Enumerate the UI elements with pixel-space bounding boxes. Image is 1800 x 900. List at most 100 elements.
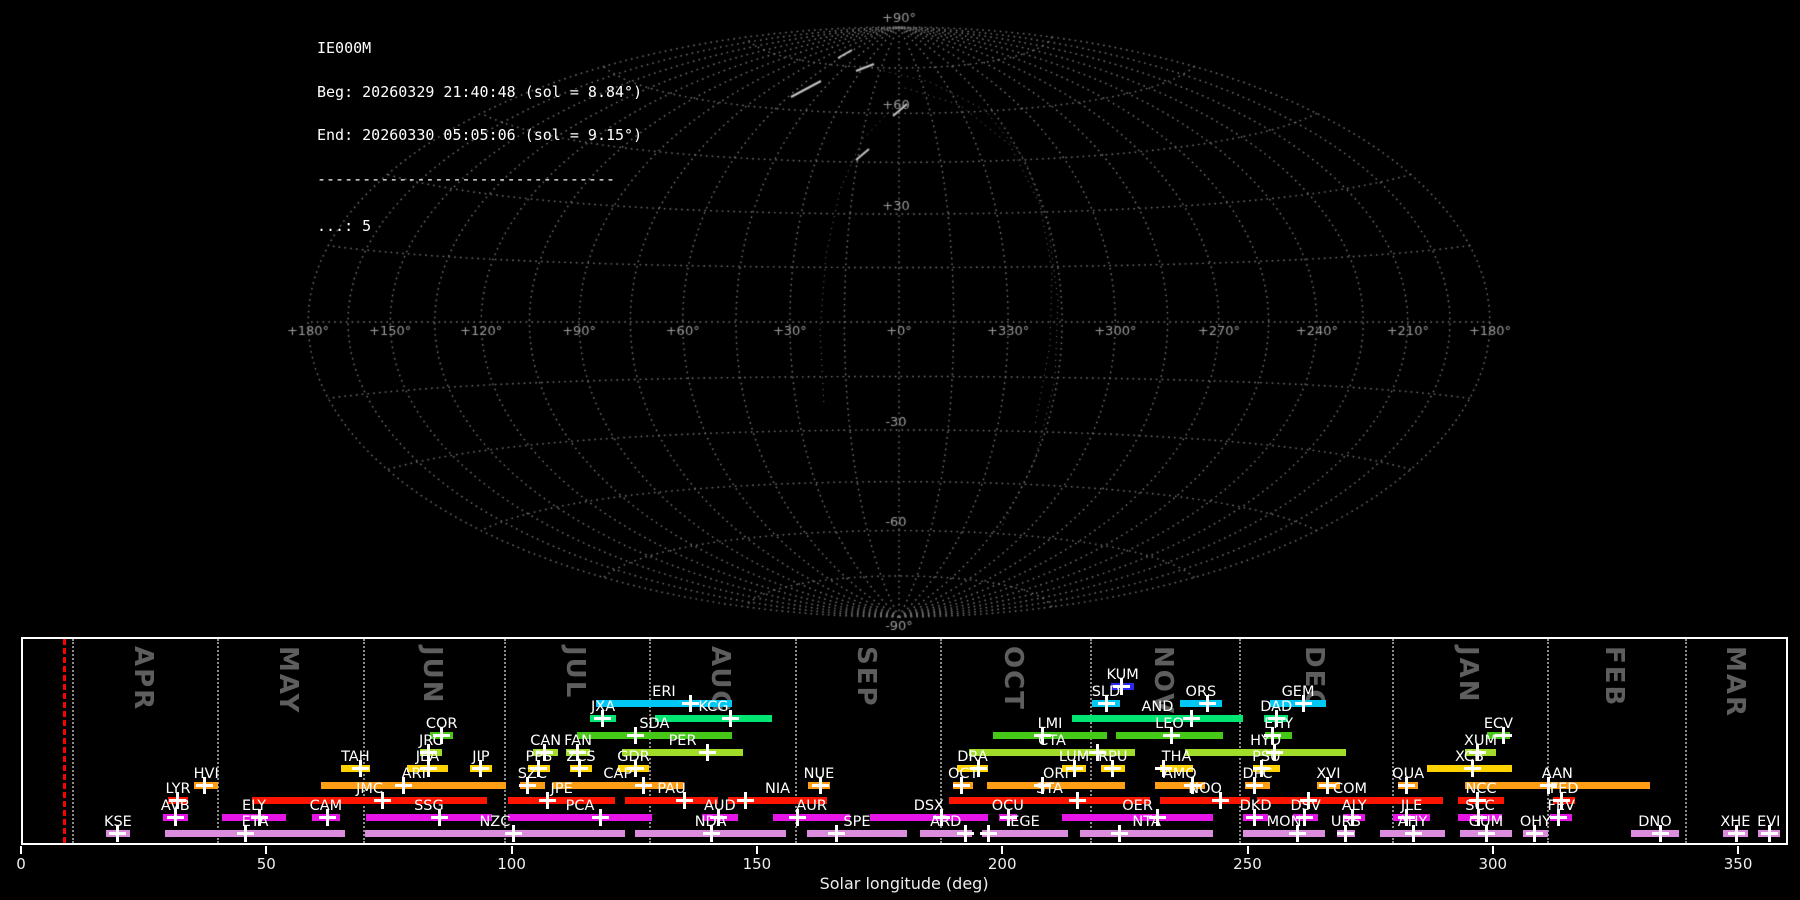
separator-line: --------------------------------- bbox=[317, 172, 642, 187]
shower-code-label: AND bbox=[1115, 699, 1199, 715]
shower-code-label: SDA bbox=[612, 716, 696, 732]
shower-code-label: XVI bbox=[1286, 766, 1370, 782]
shower-code-label: AAN bbox=[1515, 766, 1599, 782]
shower-code-label: LYR bbox=[136, 781, 220, 797]
shower-code-label: AUD bbox=[678, 798, 762, 814]
shower-code-label: SSG bbox=[387, 798, 471, 814]
shower-code-label: LMI bbox=[1008, 716, 1092, 732]
shower-code-label: THA bbox=[1135, 749, 1219, 765]
shower-code-label: PER bbox=[641, 733, 725, 749]
info-block: IE000M Beg: 20260329 21:40:48 (sol = 8.8… bbox=[317, 12, 642, 263]
shower-code-label: XCB bbox=[1427, 749, 1511, 765]
axis-tick bbox=[756, 846, 758, 854]
month-label: MAY bbox=[273, 646, 303, 714]
shower-code-label: SCC bbox=[1438, 798, 1522, 814]
shower-code-label: FAN bbox=[536, 733, 620, 749]
shower-code-label: NZC bbox=[453, 814, 537, 830]
shower-code-label: JPE bbox=[520, 781, 604, 797]
shower-code-label: NOO bbox=[1163, 781, 1247, 797]
x-axis-title: Solar longitude (deg) bbox=[754, 874, 1054, 893]
shower-bar bbox=[1243, 830, 1325, 837]
shower-bar bbox=[807, 830, 907, 837]
shower-code-label: GEM bbox=[1256, 684, 1340, 700]
shower-bar bbox=[365, 830, 625, 837]
shower-code-label: LEO bbox=[1127, 716, 1211, 732]
axis-tick-label: 200 bbox=[972, 855, 1032, 873]
shower-code-label: JMC bbox=[328, 781, 412, 797]
shower-code-label: SPE bbox=[815, 814, 899, 830]
shower-code-label: ARD bbox=[904, 814, 988, 830]
shower-code-label: AHY bbox=[1371, 814, 1455, 830]
axis-tick bbox=[1247, 846, 1249, 854]
shower-code-label: ERI bbox=[622, 684, 706, 700]
month-label: JUL bbox=[560, 646, 590, 699]
meteor-count: ...: 5 bbox=[317, 219, 642, 234]
shower-code-label: OHY bbox=[1493, 814, 1577, 830]
shower-code-label: COR bbox=[400, 716, 484, 732]
shower-code-label: FEV bbox=[1519, 798, 1603, 814]
shower-code-label: ORS bbox=[1159, 684, 1243, 700]
axis-tick-label: 0 bbox=[0, 855, 51, 873]
shower-code-label: SLD bbox=[1064, 684, 1148, 700]
shower-code-label: OCT bbox=[921, 766, 1005, 782]
shower-code-label: ORI bbox=[1014, 766, 1098, 782]
axis-tick-label: 350 bbox=[1708, 855, 1768, 873]
shower-code-label: DSX bbox=[887, 798, 971, 814]
shower-code-label: CAP bbox=[576, 766, 660, 782]
shower-bar bbox=[165, 830, 345, 837]
shower-code-label: AUR bbox=[770, 798, 854, 814]
shower-code-label: ETA bbox=[213, 814, 297, 830]
shower-code-label: PAU bbox=[630, 781, 714, 797]
shower-code-label: PCA bbox=[538, 798, 622, 814]
axis-tick bbox=[20, 846, 22, 854]
begin-time: Beg: 20260329 21:40:48 (sol = 8.84°) bbox=[317, 85, 642, 100]
shower-code-label: CTA bbox=[1010, 733, 1094, 749]
shower-code-label: JRC bbox=[389, 733, 473, 749]
shower-code-label: GDR bbox=[592, 749, 676, 765]
shower-bar bbox=[1080, 830, 1213, 837]
month-label: APR bbox=[128, 646, 158, 711]
app-window: IE000M Beg: 20260329 21:40:48 (sol = 8.8… bbox=[0, 0, 1800, 900]
axis-tick bbox=[511, 846, 513, 854]
shower-code-label: EGE bbox=[983, 814, 1067, 830]
shower-code-label: OCU bbox=[966, 798, 1050, 814]
shower-code-label: PSU bbox=[1224, 749, 1308, 765]
shower-code-label: ECV bbox=[1456, 716, 1540, 732]
axis-tick-label: 250 bbox=[1218, 855, 1278, 873]
shower-code-label: STA bbox=[1008, 781, 1092, 797]
shower-code-label: NDA bbox=[669, 814, 753, 830]
shower-code-label: DNO bbox=[1613, 814, 1697, 830]
shower-code-label: NIA bbox=[736, 781, 820, 797]
current-sol-line bbox=[63, 639, 66, 843]
month-line bbox=[72, 639, 74, 843]
shower-code-label: CAM bbox=[284, 798, 368, 814]
axis-tick bbox=[1001, 846, 1003, 854]
shower-code-label: KCG bbox=[671, 699, 755, 715]
month-label: JUN bbox=[417, 646, 447, 705]
month-label: FEB bbox=[1599, 646, 1629, 707]
month-line bbox=[1685, 639, 1687, 843]
shower-code-label: OER bbox=[1096, 798, 1180, 814]
shower-code-label: NTA bbox=[1105, 814, 1189, 830]
shower-code-label: ARI bbox=[372, 766, 456, 782]
shower-code-label: KUM bbox=[1081, 667, 1165, 683]
shower-code-label: HYD bbox=[1224, 733, 1308, 749]
month-label: OCT bbox=[998, 646, 1028, 711]
axis-tick bbox=[265, 846, 267, 854]
shower-code-label: DAD bbox=[1234, 699, 1318, 715]
shower-code-label: NUE bbox=[777, 766, 861, 782]
end-time: End: 20260330 05:05:06 (sol = 9.15°) bbox=[317, 128, 642, 143]
shower-code-label: AVB bbox=[133, 798, 217, 814]
shower-code-label: AMO bbox=[1138, 766, 1222, 782]
shower-code-label: KSE bbox=[76, 814, 160, 830]
shower-code-label: NCC bbox=[1439, 781, 1523, 797]
axis-tick-label: 150 bbox=[727, 855, 787, 873]
shower-code-label: SZC bbox=[490, 766, 574, 782]
shower-code-label: JXA bbox=[561, 699, 645, 715]
month-label: SEP bbox=[851, 646, 881, 708]
shower-code-label: HVI bbox=[164, 766, 248, 782]
month-label: JAN bbox=[1453, 646, 1483, 704]
shower-code-label: EVI bbox=[1727, 814, 1800, 830]
shower-code-label: COM bbox=[1308, 781, 1392, 797]
axis-tick-label: 100 bbox=[482, 855, 542, 873]
